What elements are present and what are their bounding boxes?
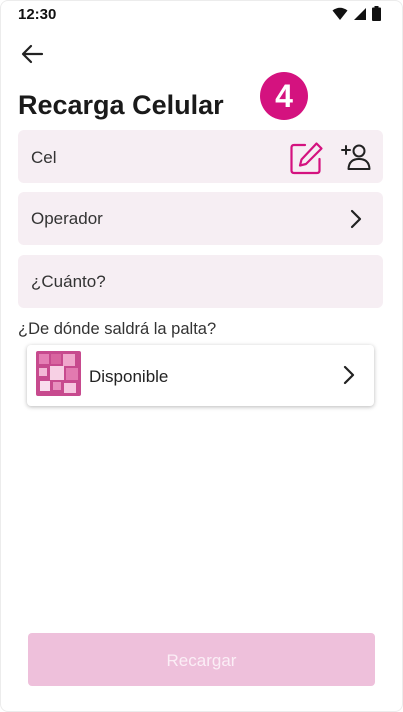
- add-contact-icon[interactable]: [341, 142, 371, 172]
- source-account-card[interactable]: Disponible: [27, 345, 374, 406]
- wifi-icon: [332, 7, 348, 20]
- operator-placeholder: Operador: [31, 209, 103, 228]
- recharge-button-label: Recargar: [166, 651, 237, 670]
- signal-icon: [354, 7, 366, 20]
- phone-field[interactable]: Cel: [18, 130, 383, 183]
- status-time: 12:30: [18, 6, 57, 23]
- status-bar: 12:30: [0, 0, 403, 28]
- source-question: ¿De dónde saldrá la palta?: [18, 320, 217, 338]
- page-title: Recarga Celular: [18, 90, 224, 120]
- account-logo: [36, 351, 81, 396]
- amount-placeholder: ¿Cuánto?: [31, 272, 106, 291]
- battery-icon: [372, 6, 381, 21]
- step-badge: 4: [260, 72, 308, 120]
- edit-icon[interactable]: [290, 141, 324, 175]
- recharge-button[interactable]: Recargar: [28, 633, 375, 686]
- chevron-right-icon: [343, 365, 355, 385]
- account-name: Disponible: [89, 367, 169, 386]
- amount-field[interactable]: ¿Cuánto?: [18, 255, 383, 308]
- operator-select[interactable]: Operador: [18, 192, 383, 245]
- arrow-left-icon[interactable]: [20, 42, 46, 66]
- phone-placeholder: Cel: [31, 148, 57, 167]
- status-icons: [332, 6, 381, 21]
- chevron-right-icon: [350, 209, 362, 229]
